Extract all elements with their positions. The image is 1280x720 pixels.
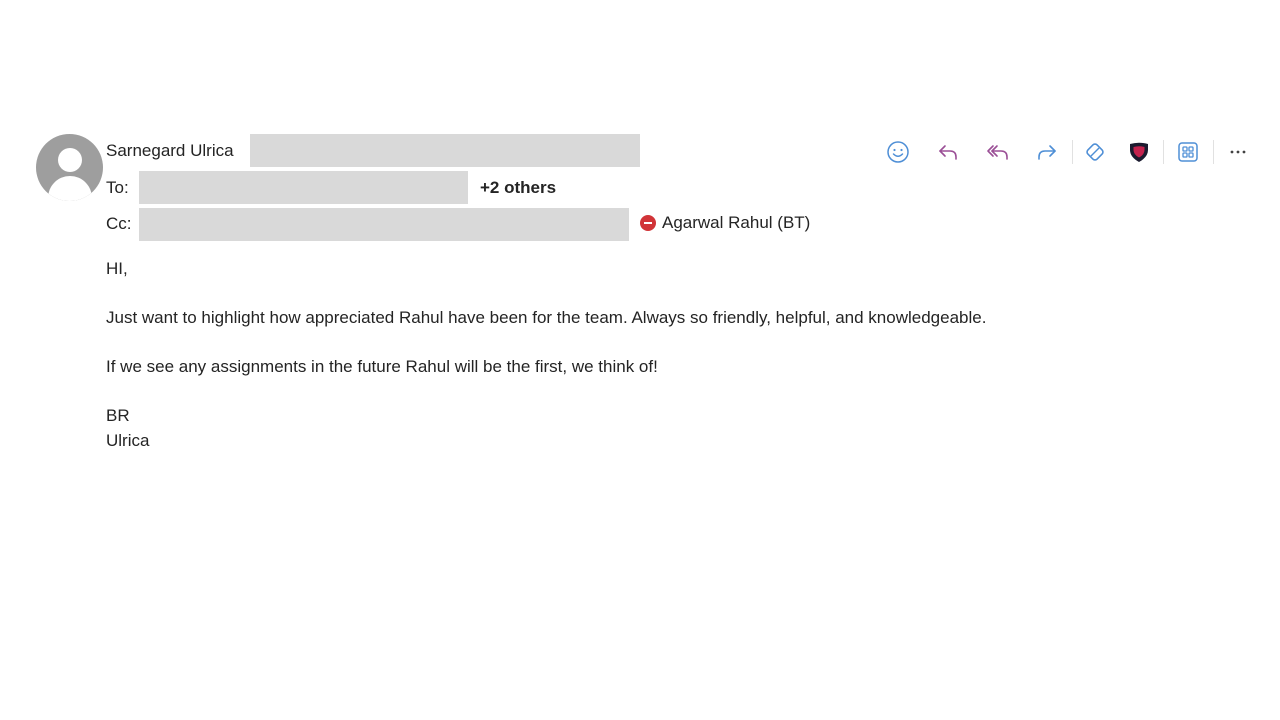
avatar-head [58,148,82,172]
cc-recipients-redacted [139,208,629,241]
toolbar-divider [1072,140,1073,164]
apps-button[interactable] [1173,137,1203,167]
message-signature: Ulrica [106,431,150,450]
message-paragraph: If we see any assignments in the future … [106,357,658,376]
toolbar-divider [1163,140,1164,164]
avatar[interactable] [36,134,103,201]
message-greeting: HI, [106,259,128,278]
forward-button[interactable] [1032,137,1062,167]
to-recipients-redacted [139,171,468,204]
toolbar-divider [1213,140,1214,164]
message-paragraph: Just want to highlight how appreciated R… [106,308,987,327]
tag-icon [1086,143,1104,161]
more-actions-button[interactable] [1223,137,1253,167]
forward-icon [1038,145,1056,160]
more-icon [1230,150,1246,154]
reply-button[interactable] [933,137,963,167]
reply-icon [939,145,957,160]
cc-recipient-name: Agarwal Rahul (BT) [662,213,811,232]
apps-icon [1178,142,1198,162]
categorize-button[interactable] [1080,137,1110,167]
shield-icon [1130,142,1148,162]
email-reading-pane: Sarnegard Ulrica To: +2 others Cc: Agarw… [0,0,1280,720]
sender-name[interactable]: Sarnegard Ulrica [106,141,234,161]
emoji-icon [887,141,909,163]
more-recipients-button[interactable]: +2 others [480,178,556,198]
to-label: To: [106,178,129,197]
message-signoff: BR [106,406,130,425]
avatar-body [48,176,92,201]
reply-all-button[interactable] [983,137,1013,167]
reply-all-icon [987,145,1008,160]
blocked-status-icon [640,215,656,231]
security-button[interactable] [1124,137,1154,167]
cc-recipient[interactable]: Agarwal Rahul (BT) [640,213,810,233]
sender-email-redacted [250,134,640,167]
cc-label: Cc: [106,214,132,233]
react-button[interactable] [883,137,913,167]
